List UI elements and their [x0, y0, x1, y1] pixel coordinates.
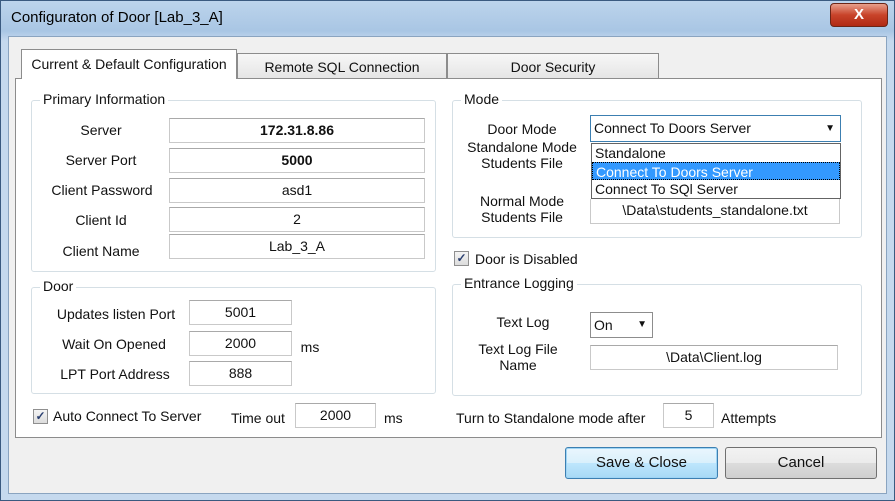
standalone-after-attempts-field[interactable]: 5	[663, 403, 714, 428]
door-mode-select[interactable]: Connect To Doors Server ▼	[590, 115, 841, 142]
text-log-file-name-label: Text Log File Name	[478, 341, 558, 373]
client-password-label: Client Password	[51, 182, 153, 198]
tab-door-security[interactable]: Door Security	[447, 53, 659, 79]
tab-current-default-configuration[interactable]: Current & Default Configuration	[21, 49, 237, 79]
standalone-after-label: Turn to Standalone mode after	[456, 410, 646, 426]
chevron-down-icon: ▼	[825, 123, 835, 134]
door-mode-dropdown-list[interactable]: Standalone Connect To Doors Server Conne…	[591, 143, 841, 199]
text-log-select[interactable]: On ▼	[590, 312, 653, 338]
text-log-file-name-field[interactable]: \Data\Client.log	[590, 345, 838, 370]
updates-listen-port-label: Updates listen Port	[56, 306, 176, 322]
auto-connect-label: Auto Connect To Server	[53, 408, 202, 424]
timeout-field[interactable]: 2000	[295, 403, 376, 428]
lpt-port-address-field[interactable]: 888	[189, 361, 292, 386]
dropdown-option-connect-to-sql-server[interactable]: Connect To SQl Server	[592, 180, 840, 198]
door-legend: Door	[40, 278, 77, 294]
server-port-label: Server Port	[65, 152, 137, 168]
door-mode-selected-value: Connect To Doors Server	[594, 120, 751, 136]
timeout-unit: ms	[384, 410, 403, 426]
server-label: Server	[80, 122, 122, 138]
mode-legend: Mode	[461, 91, 503, 107]
chevron-down-icon: ▼	[637, 319, 647, 330]
primary-information-legend: Primary Information	[40, 91, 169, 107]
client-id-label: Client Id	[75, 212, 127, 228]
dialog-window: Configuraton of Door [Lab_3_A] X Current…	[0, 0, 895, 501]
normal-mode-students-file-label: Normal Mode Students File	[479, 193, 565, 225]
client-id-field[interactable]: 2	[169, 207, 425, 232]
cancel-button[interactable]: Cancel	[725, 447, 877, 479]
standalone-file-label-clip: Standalone Mode Students File	[467, 139, 577, 187]
client-password-field[interactable]: asd1	[169, 178, 425, 203]
tab-remote-sql-connection[interactable]: Remote SQL Connection	[237, 53, 447, 79]
window-title: Configuraton of Door [Lab_3_A]	[11, 9, 223, 26]
wait-on-opened-label: Wait On Opened	[62, 336, 166, 352]
wait-on-opened-unit: ms	[300, 339, 320, 355]
save-and-close-button[interactable]: Save & Close	[565, 447, 718, 479]
attempts-unit: Attempts	[721, 410, 777, 426]
auto-connect-checkbox[interactable]: ✓	[33, 409, 48, 424]
client-name-label: Client Name	[62, 243, 140, 259]
door-disabled-label: Door is Disabled	[475, 251, 578, 267]
text-log-label: Text Log	[496, 314, 550, 330]
updates-listen-port-field[interactable]: 5001	[189, 300, 292, 325]
door-mode-label: Door Mode	[487, 121, 557, 137]
normal-mode-students-file-field[interactable]: \Data\students_standalone.txt	[590, 199, 840, 224]
entrance-logging-legend: Entrance Logging	[461, 275, 577, 291]
close-button[interactable]: X	[830, 3, 888, 27]
text-log-selected-value: On	[594, 317, 613, 333]
entrance-logging-group: Entrance Logging	[452, 275, 862, 396]
server-field[interactable]: 172.31.8.86	[169, 118, 425, 143]
dropdown-option-connect-to-doors-server[interactable]: Connect To Doors Server	[592, 162, 840, 180]
timeout-label: Time out	[231, 410, 285, 426]
server-port-field[interactable]: 5000	[169, 148, 425, 173]
title-bar: Configuraton of Door [Lab_3_A] X	[1, 1, 894, 37]
wait-on-opened-field[interactable]: 2000	[189, 331, 292, 356]
dropdown-option-standalone[interactable]: Standalone	[592, 144, 840, 162]
standalone-mode-students-file-label: Standalone Mode Students File	[467, 139, 577, 171]
door-disabled-checkbox[interactable]: ✓	[454, 251, 469, 266]
client-name-field[interactable]: Lab_3_A	[169, 234, 425, 259]
lpt-port-address-label: LPT Port Address	[60, 366, 170, 382]
